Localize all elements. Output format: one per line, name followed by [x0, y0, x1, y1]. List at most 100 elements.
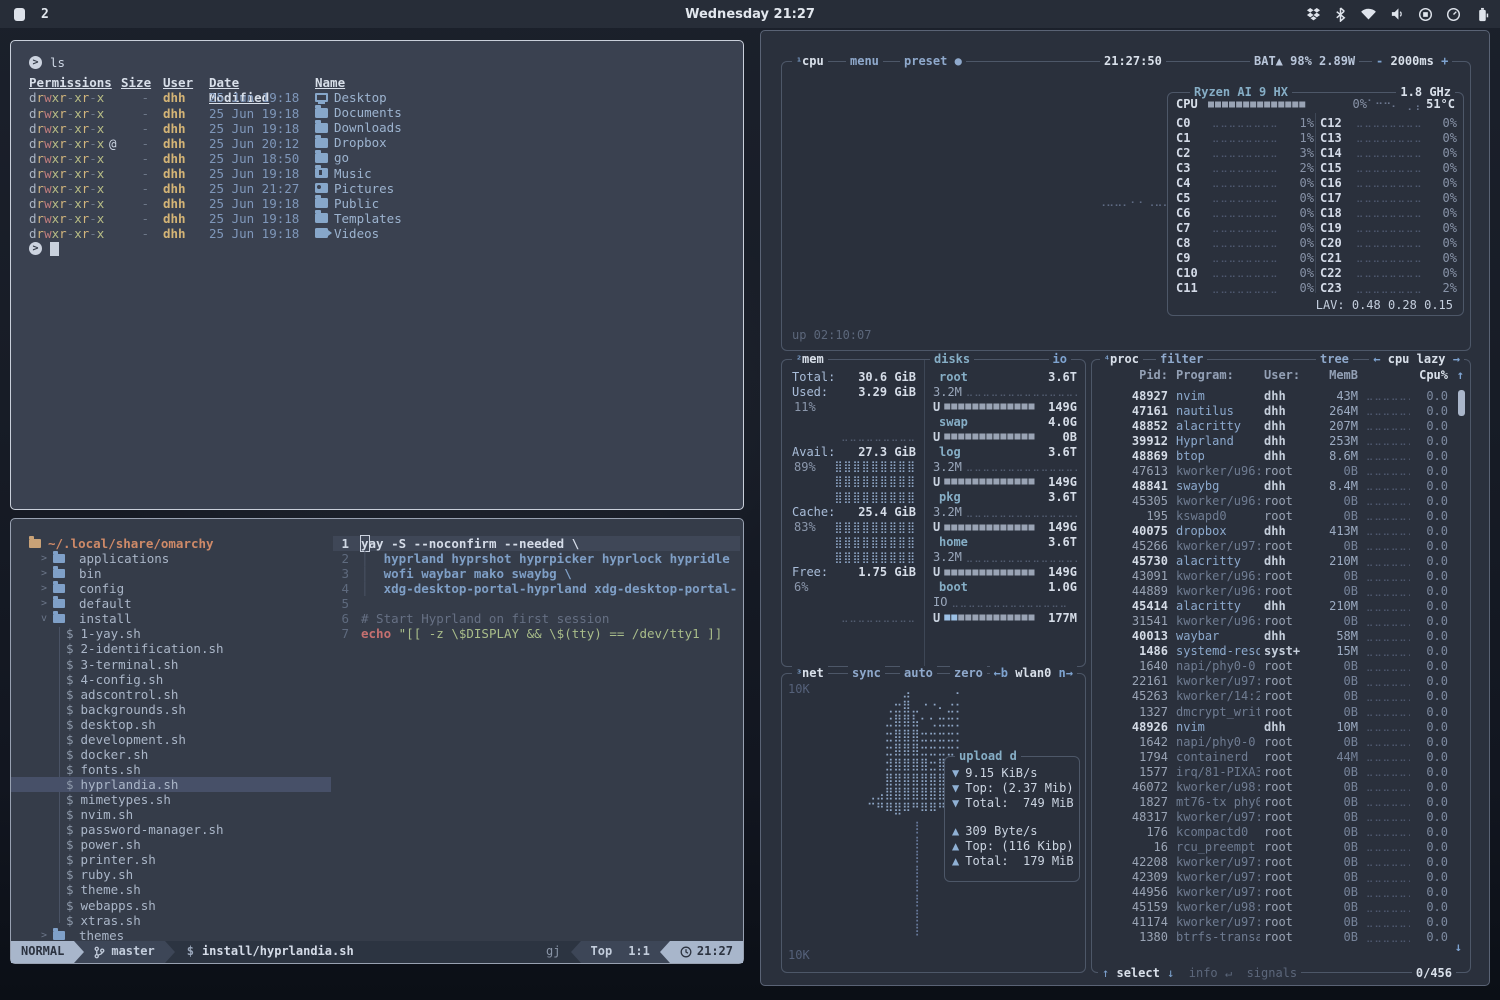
- proc-filter-button[interactable]: filter: [1156, 352, 1207, 366]
- net-sync-toggle[interactable]: sync: [848, 666, 885, 680]
- tree-item[interactable]: $ theme.sh: [11, 882, 331, 897]
- process-row[interactable]: 1794 containerd root 44M ⣀⣀⣀⣀⣀⣀ 0.0: [1098, 749, 1464, 764]
- cpu-header[interactable]: Cpu%: [1410, 368, 1448, 382]
- tree-item[interactable]: $ adscontrol.sh: [11, 687, 331, 702]
- process-row[interactable]: 48926 nvim dhh 10M ⣀⣀⣀⣀⣀⣀ 0.0: [1098, 719, 1464, 734]
- tree-item[interactable]: $ webapps.sh: [11, 898, 331, 913]
- process-row[interactable]: 45159 kworker/u98:0-kv root 0B ⣀⣀⣀⣀⣀⣀ 0.…: [1098, 900, 1464, 915]
- process-row[interactable]: 1640 napi/phy0-0 root 0B ⣀⣀⣀⣀⣀⣀ 0.0: [1098, 659, 1464, 674]
- neovim-window[interactable]: ~/.local/share/omarchy > applications > …: [10, 518, 744, 964]
- preset-button[interactable]: preset ●: [900, 54, 966, 68]
- process-row[interactable]: 1486 systemd-resolve syst+ 15M ⣀⣀⣀⣀⣀⣀ 0.…: [1098, 644, 1464, 659]
- process-row[interactable]: 31541 kworker/u96:2-sd root 0B ⣀⣀⣀⣀⣀⣀ 0.…: [1098, 614, 1464, 629]
- tree-item[interactable]: $ password-manager.sh: [11, 822, 331, 837]
- cpu-box-title[interactable]: ¹cpu: [792, 54, 828, 68]
- pid-header[interactable]: Pid:: [1098, 368, 1168, 382]
- net-interface-switcher[interactable]: ←b wlan0 n→: [990, 666, 1078, 680]
- process-row[interactable]: 48869 btop dhh 8.6M ⣀⣀⣀⣀⣀⣀ 0.0: [1098, 448, 1464, 463]
- tree-root-item[interactable]: ~/.local/share/omarchy: [11, 536, 331, 551]
- process-row[interactable]: 47613 kworker/u96:4-sd root 0B ⣀⣀⣀⣀⣀⣀ 0.…: [1098, 463, 1464, 478]
- git-branch-segment[interactable]: master: [84, 941, 164, 963]
- process-row[interactable]: 45414 alacritty dhh 210M ⣀⣀⣀⣀⣀⣀ 0.0: [1098, 599, 1464, 614]
- process-row[interactable]: 195 kswapd0 root 0B ⣀⣀⣀⣀⣀⣀ 0.0: [1098, 508, 1464, 523]
- tree-item[interactable]: $ 1-yay.sh: [11, 626, 331, 641]
- editor-pane[interactable]: 1 yay -S --noconfirm --needed \ 2 │ hypr…: [331, 519, 743, 940]
- proc-sort-control[interactable]: ← cpu lazy →: [1369, 352, 1464, 366]
- process-row[interactable]: 1577 irq/81-PIXA3854: root 0B ⣀⣀⣀⣀⣀⣀ 0.0: [1098, 764, 1464, 779]
- menu-button[interactable]: menu: [846, 54, 883, 68]
- tree-item[interactable]: $ xtras.sh: [11, 913, 331, 928]
- mem-header[interactable]: MemB: [1312, 368, 1358, 382]
- tree-item[interactable]: > themes: [11, 928, 331, 940]
- file-tree-panel[interactable]: ~/.local/share/omarchy > applications > …: [11, 519, 331, 940]
- tree-item[interactable]: > applications: [11, 551, 331, 566]
- wifi-icon[interactable]: [1360, 7, 1377, 21]
- tree-item[interactable]: $ 3-terminal.sh: [11, 657, 331, 672]
- tree-item[interactable]: $ backgrounds.sh: [11, 702, 331, 717]
- tree-item[interactable]: $ nvim.sh: [11, 807, 331, 822]
- process-row[interactable]: 45730 alacritty dhh 210M ⣀⣀⣀⣀⣀⣀ 0.0: [1098, 554, 1464, 569]
- battery-icon[interactable]: [1474, 7, 1490, 22]
- process-row[interactable]: 45266 kworker/u97:2-kc root 0B ⣀⣀⣀⣀⣀⣀ 0.…: [1098, 538, 1464, 553]
- proc-tree-toggle[interactable]: tree: [1316, 352, 1353, 366]
- program-header[interactable]: Program:: [1176, 368, 1260, 382]
- terminal-window[interactable]: > ls Permissions Size User Date Modified…: [10, 40, 744, 510]
- process-row[interactable]: 1827 mt76-tx phy0 root 0B ⣀⣀⣀⣀⣀⣀ 0.0: [1098, 794, 1464, 809]
- proc-footer-controls[interactable]: ↑ select ↓ info ↵ signals: [1098, 966, 1301, 980]
- tree-item[interactable]: $ 2-identification.sh: [11, 641, 331, 656]
- process-row[interactable]: 16 rcu_preempt root 0B ⣀⣀⣀⣀⣀⣀ 0.0: [1098, 839, 1464, 854]
- process-row[interactable]: 45263 kworker/14:2-eve root 0B ⣀⣀⣀⣀⣀⣀ 0.…: [1098, 689, 1464, 704]
- process-row[interactable]: 48841 swaybg dhh 8.4M ⣀⣀⣀⣀⣀⣀ 0.0: [1098, 478, 1464, 493]
- tree-item[interactable]: $ printer.sh: [11, 852, 331, 867]
- process-row[interactable]: 42208 kworker/u97:3-ev root 0B ⣀⣀⣀⣀⣀⣀ 0.…: [1098, 854, 1464, 869]
- cpu-indicator-icon[interactable]: [1418, 7, 1433, 22]
- tree-item[interactable]: > config: [11, 581, 331, 596]
- tree-item[interactable]: v install: [11, 611, 331, 626]
- process-row[interactable]: 40013 waybar dhh 58M ⣀⣀⣀⣀⣀⣀ 0.0: [1098, 629, 1464, 644]
- process-row[interactable]: 176 kcompactd0 root 0B ⣀⣀⣀⣀⣀⣀ 0.0: [1098, 824, 1464, 839]
- net-zero-toggle[interactable]: zero: [950, 666, 987, 680]
- prompt-line-current[interactable]: >: [29, 241, 743, 256]
- btop-window[interactable]: ¹cpu menu preset ● 21:27:50 BAT▲ 98% 2.8…: [760, 30, 1490, 986]
- process-row[interactable]: 47161 nautilus dhh 264M ⣀⣀⣀⣀⣀⣀ 0.0: [1098, 403, 1464, 418]
- code-line-4: 4 │ xdg-desktop-portal-hyprland xdg-desk…: [331, 581, 743, 596]
- process-row[interactable]: 42309 kworker/u97:4-kc root 0B ⣀⣀⣀⣀⣀⣀ 0.…: [1098, 870, 1464, 885]
- gauge-icon[interactable]: [1446, 7, 1461, 22]
- process-row[interactable]: 43091 kworker/u96:3-gf root 0B ⣀⣀⣀⣀⣀⣀ 0.…: [1098, 569, 1464, 584]
- process-row[interactable]: 48927 nvim dhh 43M ⣀⣀⣀⣀⣀⣀ 0.0: [1098, 388, 1464, 403]
- process-row[interactable]: 1642 napi/phy0-0 root 0B ⣀⣀⣀⣀⣀⣀ 0.0: [1098, 734, 1464, 749]
- process-row[interactable]: 22161 kworker/u97:10-k root 0B ⣀⣀⣀⣀⣀⣀ 0.…: [1098, 674, 1464, 689]
- proc-box-title[interactable]: ⁴proc: [1100, 352, 1143, 366]
- process-row[interactable]: 46072 kworker/u98:2-ev root 0B ⣀⣀⣀⣀⣀⣀ 0.…: [1098, 779, 1464, 794]
- tree-item[interactable]: $ development.sh: [11, 732, 331, 747]
- net-auto-toggle[interactable]: auto: [900, 666, 937, 680]
- process-row[interactable]: 39912 Hyprland dhh 253M ⣀⣀⣀⣀⣀⣀ 0.0: [1098, 433, 1464, 448]
- dropbox-icon[interactable]: [1306, 7, 1321, 22]
- process-row[interactable]: 48852 alacritty dhh 207M ⣀⣀⣀⣀⣀⣀ 0.0: [1098, 418, 1464, 433]
- tree-item[interactable]: > bin: [11, 566, 331, 581]
- user-header[interactable]: User:: [1260, 368, 1312, 382]
- scroll-down-icon[interactable]: ↓: [1455, 940, 1462, 954]
- tree-item[interactable]: $ desktop.sh: [11, 717, 331, 732]
- net-box-title[interactable]: ³net: [792, 666, 828, 680]
- tree-item[interactable]: $ docker.sh: [11, 747, 331, 762]
- update-interval-control[interactable]: - 2000ms +: [1372, 54, 1452, 68]
- tree-item[interactable]: > default: [11, 596, 331, 611]
- tree-item[interactable]: $ hyprlandia.sh: [11, 777, 331, 792]
- tree-item[interactable]: $ fonts.sh: [11, 762, 331, 777]
- process-row[interactable]: 1380 btrfs-transactio root 0B ⣀⣀⣀⣀⣀⣀ 0.0: [1098, 930, 1464, 945]
- process-row[interactable]: 41174 kworker/u97:7-kv root 0B ⣀⣀⣀⣀⣀⣀ 0.…: [1098, 915, 1464, 930]
- tree-item[interactable]: $ 4-config.sh: [11, 672, 331, 687]
- clock[interactable]: Wednesday 21:27: [0, 7, 1500, 22]
- bluetooth-icon[interactable]: [1334, 7, 1347, 22]
- process-row[interactable]: 45305 kworker/u96:1-sd root 0B ⣀⣀⣀⣀⣀⣀ 0.…: [1098, 493, 1464, 508]
- process-row[interactable]: 40075 dropbox dhh 413M ⣀⣀⣀⣀⣀⣀ 0.0: [1098, 523, 1464, 538]
- tree-item[interactable]: $ power.sh: [11, 837, 331, 852]
- tree-item[interactable]: $ ruby.sh: [11, 867, 331, 882]
- process-row[interactable]: 44956 kworker/u97:1-bt root 0B ⣀⣀⣀⣀⣀⣀ 0.…: [1098, 885, 1464, 900]
- process-row[interactable]: 48317 kworker/u97:8-fl root 0B ⣀⣀⣀⣀⣀⣀ 0.…: [1098, 809, 1464, 824]
- tree-item[interactable]: $ mimetypes.sh: [11, 792, 331, 807]
- process-row[interactable]: 44889 kworker/u96:0-co root 0B ⣀⣀⣀⣀⣀⣀ 0.…: [1098, 584, 1464, 599]
- volume-icon[interactable]: [1390, 7, 1405, 21]
- process-row[interactable]: 1327 dmcrypt_write/25 root 0B ⣀⣀⣀⣀⣀⣀ 0.0: [1098, 704, 1464, 719]
